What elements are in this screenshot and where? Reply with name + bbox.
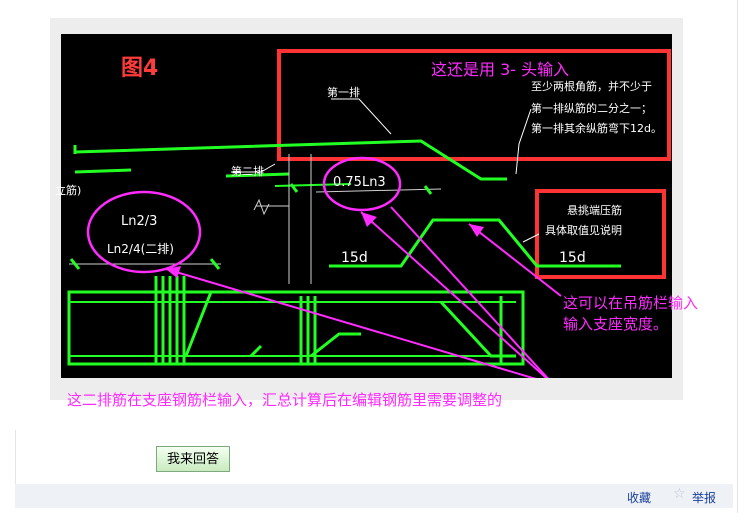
report-link[interactable]: 举报 [692, 489, 716, 506]
star-icon: ☆ [673, 486, 686, 502]
answer-button[interactable]: 我来回答 [156, 446, 230, 472]
page-left-edge [15, 430, 16, 485]
first-row-label: 第一排 [327, 86, 360, 99]
cantilever-note-1: 悬挑端压筋 [567, 204, 622, 217]
15d-left-label: 15d [341, 250, 368, 266]
bottom-annotation: 这二排筋在支座钢筋栏输入，汇总计算后在编辑钢筋里需要调整的 [67, 391, 503, 409]
note-line-3: 第一排其余纵筋弯下12d。 [531, 122, 662, 135]
page-right-edge [737, 0, 738, 513]
cantilever-note-2: 具体取值见说明 [545, 224, 622, 237]
ln2-ellipse [86, 190, 202, 274]
note-line-2: 第一排纵筋的二分之一； [531, 102, 652, 115]
top-annotation: 这还是用 3- 头输入 [431, 60, 570, 79]
right-annotation: 这可以在吊筋栏输入 输入支座宽度。 [563, 293, 698, 335]
left-partial-label: 立筋) [55, 184, 82, 197]
15d-right-label: 15d [559, 250, 586, 266]
right-annotation-line-1: 这可以在吊筋栏输入 [563, 294, 699, 312]
figure-title: 图4 [121, 56, 159, 81]
second-rebar-left [74, 168, 132, 174]
right-annotation-line-2: 输入支座宽度。 [563, 315, 669, 333]
footer-bar [15, 484, 733, 508]
second-row-label: 第二排 [231, 165, 264, 178]
ln3-label: 0.75Ln3 [333, 175, 386, 190]
note-line-1: 至少两根角筋，并不少于 [531, 80, 652, 93]
ln2-4-label: Ln2/4(二排) [107, 242, 174, 256]
favorite-link[interactable]: 收藏 [627, 489, 651, 506]
ln2-3-label: Ln2/3 [121, 214, 158, 229]
